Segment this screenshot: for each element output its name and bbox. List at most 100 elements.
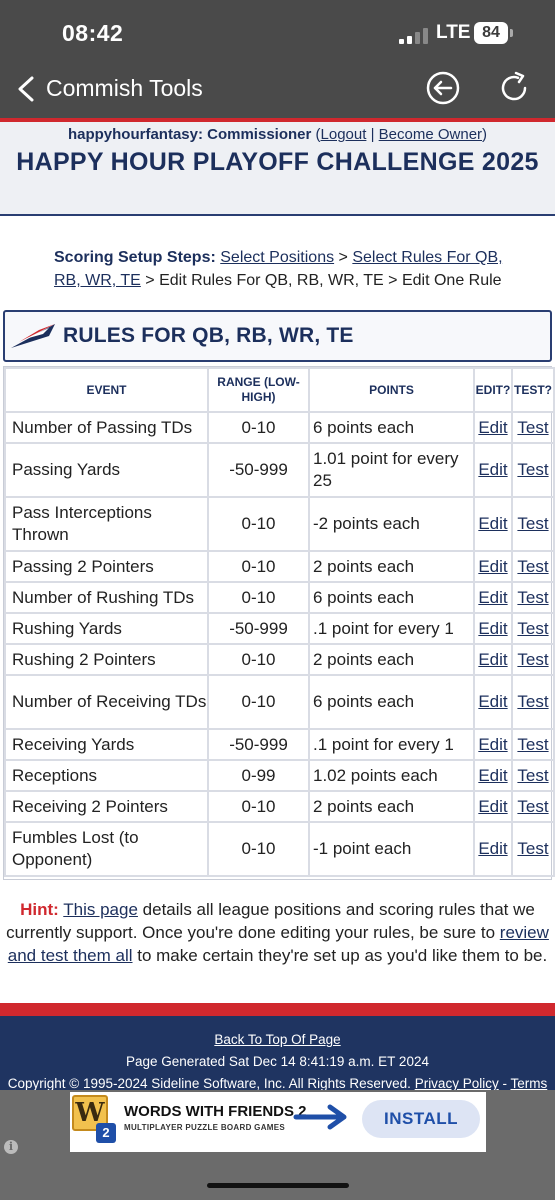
network-label: LTE	[436, 22, 471, 43]
points-cell: -1 point each	[308, 821, 475, 877]
test-link[interactable]: Test	[517, 514, 548, 533]
col-header-edit: EDIT?	[473, 367, 513, 413]
step-separator: >	[338, 249, 348, 266]
ad-app-name: WORDS WITH FRIENDS 2	[124, 1103, 307, 1120]
points-cell: 6 points each	[308, 581, 475, 614]
edit-link[interactable]: Edit	[478, 460, 507, 479]
edit-link[interactable]: Edit	[478, 650, 507, 669]
event-cell: Rushing 2 Pointers	[4, 643, 209, 676]
event-cell: Fumbles Lost (to Opponent)	[4, 821, 209, 877]
event-cell: Number of Receiving TDs	[4, 674, 209, 730]
edit-link[interactable]: Edit	[478, 839, 507, 858]
test-link[interactable]: Test	[517, 418, 548, 437]
ad-app-subtitle: MULTIPLAYER PUZZLE BOARD GAMES	[124, 1123, 286, 1132]
col-header-event: EVENT	[4, 367, 209, 413]
table-header-row: EVENT RANGE (LOW-HIGH) POINTS EDIT? TEST…	[4, 367, 555, 413]
edit-link[interactable]: Edit	[478, 418, 507, 437]
nav-title[interactable]: Commish Tools	[46, 75, 203, 102]
rules-table-wrap: EVENT RANGE (LOW-HIGH) POINTS EDIT? TEST…	[3, 366, 555, 880]
league-header: happyhourfantasy: Commissioner (Logout |…	[0, 122, 555, 216]
refresh-icon[interactable]	[496, 70, 532, 106]
edit-link[interactable]: Edit	[478, 766, 507, 785]
event-cell: Number of Passing TDs	[4, 411, 209, 444]
test-link[interactable]: Test	[517, 766, 548, 785]
become-owner-link[interactable]: Become Owner	[379, 126, 482, 143]
test-link[interactable]: Test	[517, 735, 548, 754]
edit-link[interactable]: Edit	[478, 735, 507, 754]
points-cell: 2 points each	[308, 790, 475, 823]
terms-link[interactable]: Terms	[511, 1076, 548, 1091]
edit-link[interactable]: Edit	[478, 588, 507, 607]
table-row: Passing Yards -50-999 1.01 point for eve…	[4, 442, 555, 498]
edit-link[interactable]: Edit	[478, 692, 507, 711]
section-title: RULES FOR QB, RB, WR, TE	[63, 324, 354, 347]
step-select-positions[interactable]: Select Positions	[220, 249, 334, 266]
event-cell: Receptions	[4, 759, 209, 792]
privacy-policy-link[interactable]: Privacy Policy	[415, 1076, 499, 1091]
separator: |	[370, 126, 375, 143]
event-cell: Receiving 2 Pointers	[4, 790, 209, 823]
test-link[interactable]: Test	[517, 557, 548, 576]
battery-tip	[510, 29, 513, 37]
range-cell: -50-999	[207, 612, 310, 645]
event-cell: Passing 2 Pointers	[4, 550, 209, 583]
test-link[interactable]: Test	[517, 588, 548, 607]
rules-table: EVENT RANGE (LOW-HIGH) POINTS EDIT? TEST…	[4, 367, 555, 877]
league-title: HAPPY HOUR PLAYOFF CHALLENGE 2025	[0, 147, 555, 177]
circle-arrow-left-icon[interactable]	[425, 70, 461, 106]
test-link[interactable]: Test	[517, 619, 548, 638]
event-cell: Passing Yards	[4, 442, 209, 498]
install-button[interactable]: INSTALL	[362, 1100, 480, 1138]
points-cell: 1.01 point for every 25	[308, 442, 475, 498]
points-cell: 2 points each	[308, 643, 475, 676]
step-edit-one-rule: Edit One Rule	[401, 272, 502, 289]
nav-bar: Commish Tools	[0, 66, 555, 114]
ad-banner[interactable]: W 2 WORDS WITH FRIENDS 2 MULTIPLAYER PUZ…	[70, 1092, 486, 1152]
points-cell: 1.02 points each	[308, 759, 475, 792]
arrow-right-icon	[293, 1104, 347, 1130]
range-cell: -50-999	[207, 728, 310, 761]
test-link[interactable]: Test	[517, 650, 548, 669]
range-cell: 0-10	[207, 496, 310, 552]
user-label: happyhourfantasy: Commissioner	[67, 126, 312, 143]
step-edit-rules: Edit Rules For QB, RB, WR, TE	[159, 272, 384, 289]
range-cell: 0-10	[207, 821, 310, 877]
info-icon[interactable]: i	[4, 1140, 18, 1154]
event-cell: Pass Interceptions Thrown	[4, 496, 209, 552]
range-cell: 0-10	[207, 550, 310, 583]
range-cell: 0-99	[207, 759, 310, 792]
points-cell: 6 points each	[308, 411, 475, 444]
footer-dash: -	[502, 1076, 507, 1091]
table-row: Passing 2 Pointers 0-10 2 points each Ed…	[4, 550, 555, 583]
back-to-top-link[interactable]: Back To Top Of Page	[214, 1032, 340, 1047]
signal-icon	[399, 28, 433, 44]
edit-link[interactable]: Edit	[478, 797, 507, 816]
range-cell: 0-10	[207, 411, 310, 444]
range-cell: 0-10	[207, 581, 310, 614]
col-header-points: POINTS	[308, 367, 475, 413]
test-link[interactable]: Test	[517, 460, 548, 479]
table-row: Receptions 0-99 1.02 points each Edit Te…	[4, 759, 555, 792]
edit-link[interactable]: Edit	[478, 619, 507, 638]
table-row: Number of Rushing TDs 0-10 6 points each…	[4, 581, 555, 614]
edit-link[interactable]: Edit	[478, 514, 507, 533]
test-link[interactable]: Test	[517, 797, 548, 816]
battery-icon: 84	[474, 22, 508, 44]
this-page-link[interactable]: This page	[63, 900, 138, 919]
points-cell: 2 points each	[308, 550, 475, 583]
event-cell: Number of Rushing TDs	[4, 581, 209, 614]
test-link[interactable]: Test	[517, 839, 548, 858]
event-cell: Receiving Yards	[4, 728, 209, 761]
status-bar: 08:42 LTE 84	[0, 18, 555, 50]
top-bar: 08:42 LTE 84 Commish Tools	[0, 0, 555, 118]
table-row: Pass Interceptions Thrown 0-10 -2 points…	[4, 496, 555, 552]
test-link[interactable]: Test	[517, 692, 548, 711]
chevron-left-icon[interactable]	[14, 74, 38, 104]
logout-link[interactable]: Logout	[321, 126, 367, 143]
league-title-text: HAPPY HOUR PLAYOFF CHALLENGE 2025	[16, 148, 539, 176]
edit-link[interactable]: Edit	[478, 557, 507, 576]
copyright-text: Copyright © 1995-2024 Sideline Software,…	[7, 1076, 411, 1091]
home-indicator	[207, 1183, 349, 1188]
hint-body-2: to make certain they're set up as you'd …	[137, 946, 548, 965]
steps-label: Scoring Setup Steps:	[54, 249, 216, 266]
